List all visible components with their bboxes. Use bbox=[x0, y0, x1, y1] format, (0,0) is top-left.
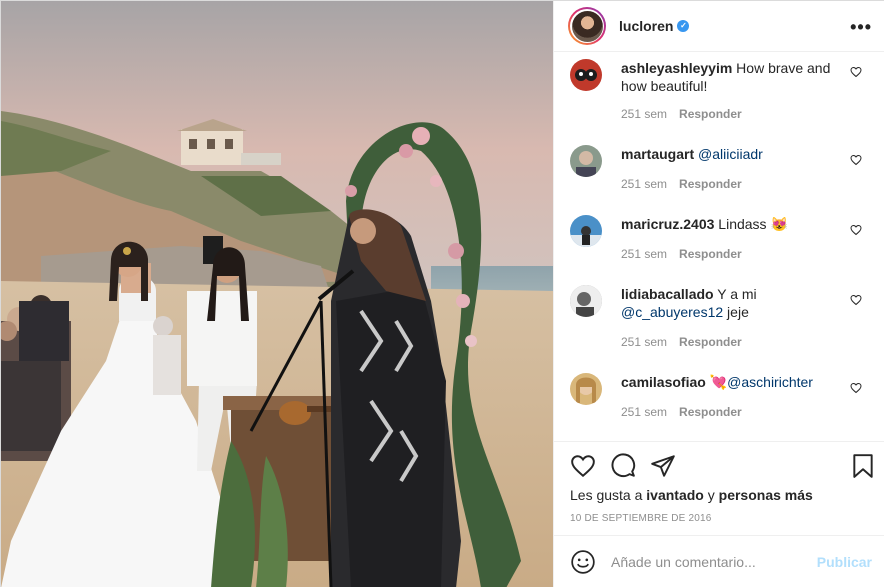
post-actions: Les gusta a ivantado y personas más 10 D… bbox=[554, 441, 884, 535]
reply-button[interactable]: Responder bbox=[679, 405, 742, 419]
comment-username[interactable]: lidiabacallado bbox=[621, 286, 714, 302]
heart-icon[interactable] bbox=[570, 453, 596, 479]
comment-mention[interactable]: @aliiciiadr bbox=[698, 146, 763, 162]
comment-mention[interactable]: @c_abuyeres12 bbox=[621, 304, 723, 320]
comment-icon[interactable] bbox=[610, 453, 636, 479]
bookmark-icon[interactable] bbox=[850, 453, 876, 479]
commenter-avatar[interactable] bbox=[570, 215, 602, 247]
comment-time: 251 sem bbox=[621, 405, 668, 419]
like-comment-heart-icon[interactable] bbox=[850, 294, 862, 306]
verified-badge-icon: ✓ bbox=[677, 20, 690, 32]
add-comment-bar: Publicar bbox=[554, 535, 884, 587]
likes-user-link[interactable]: ivantado bbox=[646, 487, 704, 503]
like-comment-heart-icon[interactable] bbox=[850, 154, 862, 166]
post-photo[interactable] bbox=[1, 1, 553, 587]
likes-summary: Les gusta a ivantado y personas más bbox=[570, 487, 813, 503]
comment-time: 251 sem bbox=[621, 247, 668, 261]
comment-username[interactable]: ashleyashleyyim bbox=[621, 60, 732, 76]
wedding-photo-illustration bbox=[1, 1, 553, 587]
comment-time: 251 sem bbox=[621, 107, 668, 121]
comment-username[interactable]: martaugart bbox=[621, 146, 694, 162]
like-comment-heart-icon[interactable] bbox=[850, 66, 862, 78]
post-header: lucloren ✓ ••• bbox=[554, 1, 884, 52]
commenter-avatar[interactable] bbox=[570, 145, 602, 177]
commenter-avatar[interactable] bbox=[570, 285, 602, 317]
comment-input[interactable] bbox=[611, 551, 811, 573]
comment-item: ashleyashleyyim How brave and how beauti… bbox=[554, 59, 884, 129]
owner-avatar[interactable] bbox=[568, 7, 606, 45]
comments-list[interactable]: ashleyashleyyim How brave and how beauti… bbox=[554, 53, 884, 439]
reply-button[interactable]: Responder bbox=[679, 247, 742, 261]
instagram-post-window: lucloren ✓ ••• ashleyashleyyim How brave… bbox=[0, 0, 884, 587]
reply-button[interactable]: Responder bbox=[679, 335, 742, 349]
owner-username[interactable]: lucloren bbox=[619, 18, 673, 34]
commenter-avatar[interactable] bbox=[570, 59, 602, 91]
commenter-avatar[interactable] bbox=[570, 373, 602, 405]
publish-button[interactable]: Publicar bbox=[817, 554, 872, 570]
likes-others-link[interactable]: personas más bbox=[719, 487, 813, 503]
comment-time: 251 sem bbox=[621, 335, 668, 349]
comment-mention[interactable]: @aschirichter bbox=[727, 374, 813, 390]
post-side-panel: lucloren ✓ ••• ashleyashleyyim How brave… bbox=[553, 1, 884, 587]
comment-username[interactable]: maricruz.2403 bbox=[621, 216, 714, 232]
post-date[interactable]: 10 DE SEPTIEMBRE DE 2016 bbox=[570, 513, 712, 524]
comment-item: martaugart @aliiciiadr 251 sem Responder bbox=[554, 145, 884, 215]
more-options-icon[interactable]: ••• bbox=[850, 17, 872, 38]
comment-username[interactable]: camilasofiao bbox=[621, 374, 706, 390]
reply-button[interactable]: Responder bbox=[679, 177, 742, 191]
reply-button[interactable]: Responder bbox=[679, 107, 742, 121]
comment-item: maricruz.2403 Lindass 😻 251 sem Responder bbox=[554, 215, 884, 285]
comment-item: lidiabacallado Y a mi @c_abuyeres12 jeje… bbox=[554, 285, 884, 355]
like-comment-heart-icon[interactable] bbox=[850, 382, 862, 394]
comment-time: 251 sem bbox=[621, 177, 668, 191]
emoji-icon[interactable] bbox=[570, 549, 596, 575]
comment-item: camilasofiao 💘@aschirichter 251 sem Respo… bbox=[554, 373, 884, 439]
comment-text: Lindass 😻 bbox=[714, 216, 788, 232]
like-comment-heart-icon[interactable] bbox=[850, 224, 862, 236]
share-icon[interactable] bbox=[650, 453, 676, 479]
